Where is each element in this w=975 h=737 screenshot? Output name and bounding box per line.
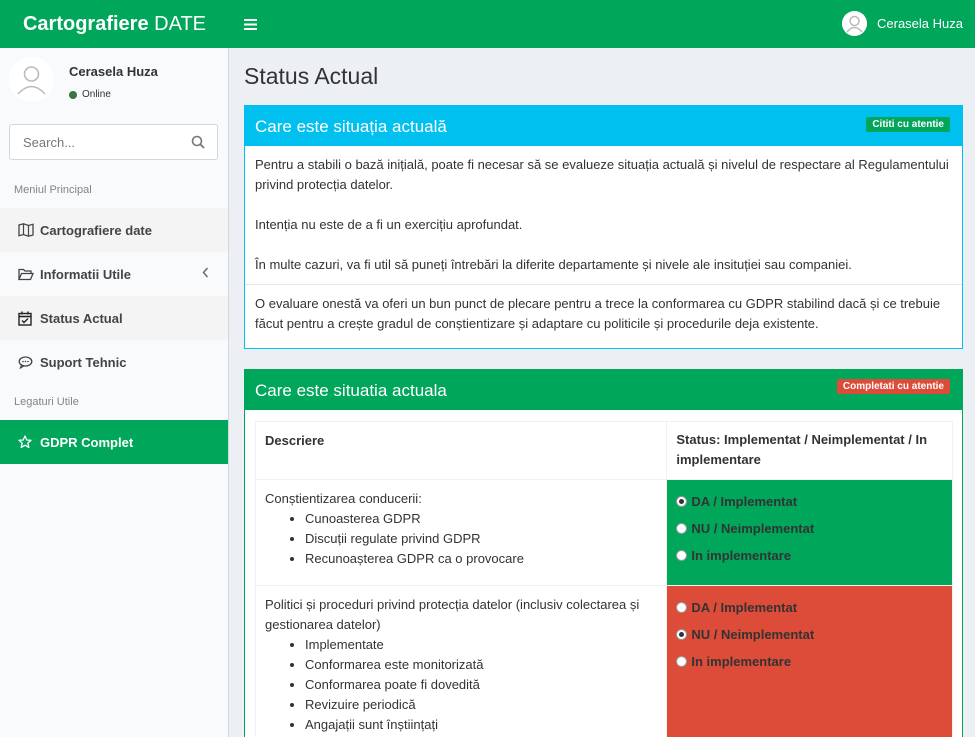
info-paragraph: Intenția nu este de a fi un exercițiu ap… [255, 217, 523, 232]
info-box: Care este situația actuală Cititi cu ate… [244, 105, 963, 349]
radio-option-nu[interactable]: NU / Neimplementat [676, 515, 943, 542]
user-menu[interactable]: Cerasela Huza [842, 11, 963, 36]
menu-header-links: Legaturi Utile [14, 396, 79, 408]
status-cell: DA / Implementat NU / Neimplementat In i… [666, 479, 953, 586]
radio-button[interactable] [676, 496, 688, 507]
status-box-title: Care este situatia actuala [255, 381, 447, 400]
folder-open-icon [18, 268, 34, 280]
top-navbar: Cartografiere DATE Cerasela Huza [0, 0, 975, 48]
sidebar-item-label: GDPR Complet [40, 434, 134, 450]
sidebar-toggle-button[interactable] [236, 12, 264, 36]
user-name: Cerasela Huza [877, 16, 963, 31]
info-paragraph: O evaluare onestă va oferi un bun punct … [255, 296, 941, 331]
info-box-body: Pentru a stabili o bază inițială, poate … [245, 146, 962, 334]
search-icon[interactable] [191, 135, 205, 149]
sidebar-user-name: Cerasela Huza [69, 64, 158, 79]
row-title: Conștientizarea conducerii: [265, 491, 422, 506]
list-item: Angajații sunt înștiințați [305, 715, 657, 735]
status-table: Descriere Status: Implementat / Neimplem… [254, 421, 953, 737]
user-panel: Cerasela Huza Online [0, 48, 229, 113]
star-icon [18, 435, 32, 449]
info-paragraph: Pentru a stabili o bază inițială, poate … [255, 157, 949, 192]
status-box: Care este situatia actuala Completati cu… [244, 369, 963, 737]
sidebar-item-label: Informatii Utile [40, 266, 132, 282]
status-text: Online [82, 89, 111, 100]
divider [245, 284, 962, 285]
radio-button[interactable] [676, 602, 688, 613]
radio-option-in-implementare[interactable]: In implementare [676, 648, 943, 675]
sidebar-item-suport-tehnic[interactable]: Suport Tehnic [0, 340, 228, 384]
list-item: Discuții regulate privind GDPR [305, 529, 657, 549]
sidebar-item-label: Status Actual [40, 310, 123, 326]
info-box-header: Care este situația actuală Cititi cu ate… [245, 106, 962, 146]
comment-icon [18, 355, 33, 369]
row-title: Politici și proceduri privind protecția … [265, 597, 640, 632]
radio-option-in-implementare[interactable]: In implementare [676, 542, 943, 569]
radio-button[interactable] [676, 656, 688, 667]
row-description: Conștientizarea conducerii: Cunoasterea … [254, 479, 668, 586]
info-paragraph: În multe cazuri, va fi util să puneți în… [255, 257, 852, 272]
complete-carefully-badge: Completati cu atentie [836, 379, 950, 394]
chevron-left-icon [202, 267, 209, 278]
table-row: Conștientizarea conducerii: Cunoasterea … [254, 479, 953, 586]
app-logo[interactable]: Cartografiere DATE [0, 0, 229, 48]
list-item: Recunoașterea GDPR ca o provocare [305, 549, 657, 569]
radio-button[interactable] [676, 523, 688, 534]
status-cell: DA / Implementat NU / Neimplementat In i… [666, 585, 953, 737]
map-icon [18, 223, 34, 237]
sidebar-item-gdpr-complet[interactable]: GDPR Complet [0, 420, 228, 464]
page-title: Status Actual [244, 63, 379, 89]
row-items: Cunoasterea GDPR Discuții regulate privi… [265, 509, 657, 569]
user-avatar-icon [842, 11, 867, 36]
radio-option-da[interactable]: DA / Implementat [676, 488, 943, 515]
info-box-title: Care este situația actuală [255, 117, 447, 136]
radio-button[interactable] [676, 550, 688, 561]
hamburger-menu-icon [243, 18, 257, 30]
search-input[interactable] [10, 125, 180, 159]
list-item: Conformarea este monitorizată [305, 655, 657, 675]
radio-option-da[interactable]: DA / Implementat [676, 594, 943, 621]
column-header-description: Descriere [254, 421, 668, 480]
status-box-header: Care este situatia actuala Completati cu… [245, 370, 962, 410]
read-carefully-badge: Cititi cu atentie [866, 117, 950, 132]
sidebar-item-status-actual[interactable]: Status Actual [0, 296, 228, 340]
sidebar-item-informatii[interactable]: Informatii Utile [0, 252, 228, 296]
list-item: Implementate [305, 635, 657, 655]
sidebar-item-label: Cartografiere date [40, 222, 152, 238]
logo-rest-text: DATE [148, 13, 207, 35]
sidebar-search [9, 124, 218, 160]
online-status: Online [69, 89, 111, 100]
list-item: Revizuire periodică [305, 695, 657, 715]
list-item: Conformarea poate fi dovedită [305, 675, 657, 695]
sidebar-item-label: Suport Tehnic [40, 354, 127, 370]
logo-bold-text: Cartografiere [22, 13, 149, 35]
sidebar-item-cartografiere[interactable]: Cartografiere date [0, 208, 228, 252]
list-item: Cunoasterea GDPR [305, 509, 657, 529]
row-items: Implementate Conformarea este monitoriza… [265, 635, 657, 735]
calendar-check-icon [18, 311, 32, 326]
column-header-status: Status: Implementat / Neimplementat / In… [666, 421, 953, 480]
row-description: Politici și proceduri privind protecția … [254, 585, 668, 737]
table-row: Politici și proceduri privind protecția … [254, 585, 953, 737]
radio-option-nu[interactable]: NU / Neimplementat [676, 621, 943, 648]
table-header-row: Descriere Status: Implementat / Neimplem… [254, 421, 953, 480]
radio-button[interactable] [676, 629, 688, 640]
sidebar: Cerasela Huza Online Meniul Principal Ca… [0, 48, 229, 737]
online-dot-icon [69, 90, 77, 99]
menu-header-main: Meniul Principal [14, 184, 92, 196]
user-avatar-icon [9, 57, 54, 102]
